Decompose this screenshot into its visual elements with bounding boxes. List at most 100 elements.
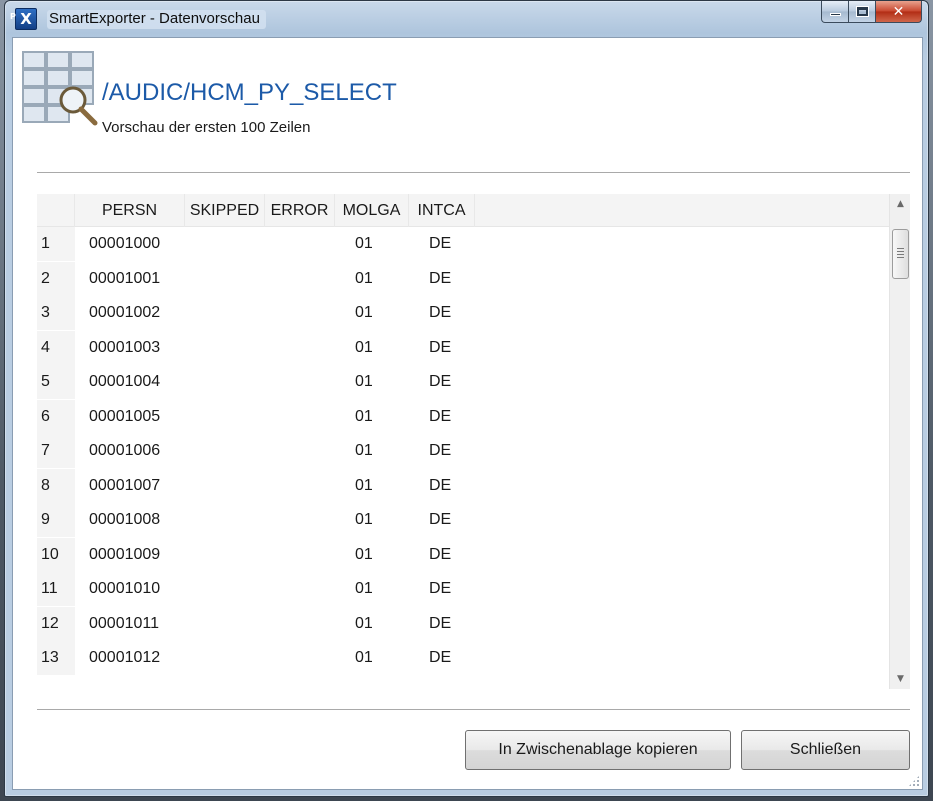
preview-window: P X SmartExporter - Datenvorschau ✕ /AUD… [4,0,929,797]
cell-error[interactable] [273,434,335,468]
cell-intca[interactable]: DE [429,607,475,641]
cell-skipped[interactable] [193,607,265,641]
table-row[interactable]: 13 00001012 01 DE [37,641,889,675]
table-row[interactable]: 12 00001011 01 DE [37,606,889,641]
table-row[interactable]: 3 00001002 01 DE [37,296,889,330]
cell-intca[interactable]: DE [429,400,475,434]
cell-error[interactable] [273,331,335,365]
cell-skipped[interactable] [193,262,265,296]
minimize-button[interactable] [821,1,849,23]
table-row[interactable]: 5 00001004 01 DE [37,365,889,399]
close-button[interactable]: Schließen [741,730,910,770]
cell-persn[interactable]: 00001009 [89,538,185,572]
footer-divider [37,709,910,710]
column-header-persn[interactable]: PERSN [75,194,185,227]
dialog-content: /AUDIC/HCM_PY_SELECT Vorschau der ersten… [12,37,923,790]
cell-persn[interactable]: 00001005 [89,400,185,434]
cell-intca[interactable]: DE [429,434,475,468]
cell-intca[interactable]: DE [429,262,475,296]
table-row[interactable]: 9 00001008 01 DE [37,503,889,537]
cell-skipped[interactable] [193,641,265,675]
cell-intca[interactable]: DE [429,227,475,261]
cell-skipped[interactable] [193,400,265,434]
cell-persn[interactable]: 00001010 [89,572,185,606]
cell-error[interactable] [273,227,335,261]
cell-intca[interactable]: DE [429,572,475,606]
cell-skipped[interactable] [193,503,265,537]
cell-molga[interactable]: 01 [355,572,409,606]
table-row[interactable]: 8 00001007 01 DE [37,468,889,503]
cell-skipped[interactable] [193,538,265,572]
cell-persn[interactable]: 00001008 [89,503,185,537]
cell-intca[interactable]: DE [429,365,475,399]
cell-molga[interactable]: 01 [355,227,409,261]
column-header-error[interactable]: ERROR [265,194,335,227]
cell-molga[interactable]: 01 [355,607,409,641]
scroll-thumb[interactable] [892,229,909,279]
column-header-intca[interactable]: INTCA [409,194,475,227]
cell-error[interactable] [273,365,335,399]
cell-persn[interactable]: 00001002 [89,296,185,330]
cell-skipped[interactable] [193,296,265,330]
cell-skipped[interactable] [193,227,265,261]
cell-molga[interactable]: 01 [355,400,409,434]
cell-error[interactable] [273,503,335,537]
cell-persn[interactable]: 00001011 [89,607,185,641]
cell-persn[interactable]: 00001012 [89,641,185,675]
cell-skipped[interactable] [193,469,265,503]
cell-molga[interactable]: 01 [355,469,409,503]
column-header-molga[interactable]: MOLGA [335,194,409,227]
cell-error[interactable] [273,538,335,572]
cell-molga[interactable]: 01 [355,538,409,572]
cell-intca[interactable]: DE [429,296,475,330]
cell-skipped[interactable] [193,434,265,468]
cell-intca[interactable]: DE [429,331,475,365]
title-bar[interactable]: P X SmartExporter - Datenvorschau ✕ [5,1,928,37]
vertical-scrollbar[interactable]: ▲ ▼ [889,194,910,689]
cell-persn[interactable]: 00001003 [89,331,185,365]
cell-skipped[interactable] [193,365,265,399]
cell-molga[interactable]: 01 [355,641,409,675]
cell-error[interactable] [273,262,335,296]
cell-error[interactable] [273,469,335,503]
cell-error[interactable] [273,607,335,641]
cell-error[interactable] [273,572,335,606]
table-row[interactable]: 6 00001005 01 DE [37,399,889,434]
cell-persn[interactable]: 00001006 [89,434,185,468]
cell-skipped[interactable] [193,572,265,606]
page-title: /AUDIC/HCM_PY_SELECT [102,79,397,106]
cell-error[interactable] [273,400,335,434]
row-number: 13 [37,641,75,675]
copy-to-clipboard-button[interactable]: In Zwischenablage kopieren [465,730,731,770]
cell-intca[interactable]: DE [429,538,475,572]
cell-error[interactable] [273,641,335,675]
table-row[interactable]: 2 00001001 01 DE [37,261,889,296]
cell-molga[interactable]: 01 [355,331,409,365]
cell-intca[interactable]: DE [429,503,475,537]
column-header-skipped[interactable]: SKIPPED [185,194,265,227]
cell-molga[interactable]: 01 [355,365,409,399]
scroll-down-icon[interactable]: ▼ [890,669,910,689]
cell-error[interactable] [273,296,335,330]
cell-persn[interactable]: 00001007 [89,469,185,503]
maximize-button[interactable] [849,1,876,23]
scroll-up-icon[interactable]: ▲ [890,194,910,214]
cell-persn[interactable]: 00001004 [89,365,185,399]
cell-skipped[interactable] [193,331,265,365]
data-grid[interactable]: PERSN SKIPPED ERROR MOLGA INTCA 1 0000100… [37,194,910,689]
table-row[interactable]: 7 00001006 01 DE [37,434,889,468]
cell-molga[interactable]: 01 [355,503,409,537]
close-window-button[interactable]: ✕ [876,1,922,23]
cell-molga[interactable]: 01 [355,434,409,468]
table-row[interactable]: 1 00001000 01 DE [37,227,889,261]
cell-intca[interactable]: DE [429,469,475,503]
resize-grip[interactable] [908,775,920,787]
table-row[interactable]: 10 00001009 01 DE [37,537,889,572]
table-row[interactable]: 11 00001010 01 DE [37,572,889,606]
cell-molga[interactable]: 01 [355,262,409,296]
cell-persn[interactable]: 00001000 [89,227,185,261]
cell-molga[interactable]: 01 [355,296,409,330]
table-row[interactable]: 4 00001003 01 DE [37,330,889,365]
cell-persn[interactable]: 00001001 [89,262,185,296]
cell-intca[interactable]: DE [429,641,475,675]
